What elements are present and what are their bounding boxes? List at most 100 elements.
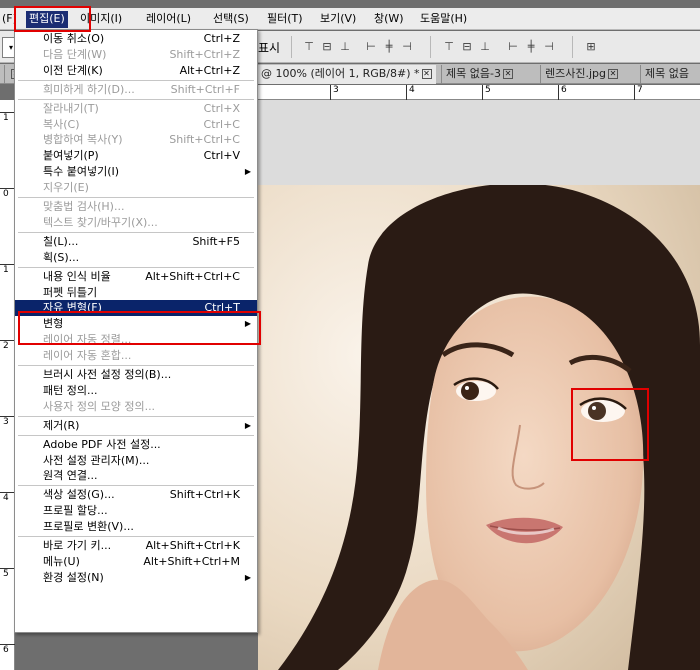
document-tab[interactable]: 제목 없음 <box>640 65 700 84</box>
menu-item-label: Adobe PDF 사전 설정... <box>43 437 161 451</box>
document-tab[interactable]: 렌즈사진.jpg ✕ <box>540 65 638 84</box>
distribute-hcenter-icon[interactable]: ╪ <box>524 40 538 53</box>
align-bottom-icon[interactable]: ⊥ <box>338 40 352 53</box>
menu-item-shortcut: Shift+F5 <box>192 234 240 248</box>
tab-close-icon[interactable]: ✕ <box>421 69 432 79</box>
menu-item-label: 특수 붙여넣기(I) <box>43 165 120 179</box>
horizontal-ruler: 3 4 5 6 7 <box>258 85 700 100</box>
distribute-top-icon[interactable]: ⊤ <box>442 40 456 53</box>
options-divider <box>291 36 292 58</box>
annotation-highlight-free-transform <box>18 311 261 345</box>
menu-item-label: 텍스트 찾기/바꾸기(X)... <box>43 215 158 229</box>
vertical-ruler: 1 0 1 2 3 4 5 6 <box>0 100 15 670</box>
menu-item[interactable]: 패턴 정의... <box>15 383 257 399</box>
menu-select[interactable]: 선택(S) <box>213 11 249 28</box>
tab-label: 제목 없음-3 <box>446 67 501 80</box>
menu-item-shortcut: Alt+Ctrl+Z <box>179 63 240 77</box>
menu-separator <box>18 231 254 233</box>
ruler-tick: 3 <box>0 416 15 427</box>
menu-item[interactable]: 브러시 사전 설정 정의(B)... <box>15 367 257 383</box>
menu-item: 레이어 자동 혼합... <box>15 348 257 364</box>
distribute-vcenter-icon[interactable]: ⊟ <box>460 40 474 53</box>
menu-item[interactable]: 원격 연결... <box>15 468 257 484</box>
document-tab[interactable]: 제목 없음-3 ✕ <box>441 65 537 84</box>
menu-item[interactable]: 환경 설정(N) ▶ <box>15 570 257 586</box>
menu-item[interactable]: Adobe PDF 사전 설정... <box>15 437 257 453</box>
menu-filter[interactable]: 필터(T) <box>267 11 303 28</box>
menu-item[interactable]: 칠(L)... Shift+F5 <box>15 234 257 250</box>
menu-item: 복사(C) Ctrl+C <box>15 117 257 133</box>
menu-item-label: 제거(R) <box>43 418 80 432</box>
menu-item-label: 사용자 정의 모양 정의... <box>43 399 156 413</box>
menu-separator <box>18 415 254 417</box>
annotation-highlight-eye <box>571 388 649 461</box>
submenu-arrow-icon: ▶ <box>244 420 251 430</box>
menu-item-shortcut: Ctrl+V <box>203 149 240 163</box>
distribute-right-icon[interactable]: ⊣ <box>542 40 556 53</box>
menu-separator <box>18 485 254 487</box>
menu-item[interactable]: 퍼펫 뒤틀기 <box>15 285 257 301</box>
ruler-tick: 6 <box>0 644 15 655</box>
ruler-tick: 1 <box>0 112 15 123</box>
menu-view[interactable]: 보기(V) <box>320 11 356 28</box>
menu-item[interactable]: 프로필 할당... <box>15 503 257 519</box>
align-hcenter-icon[interactable]: ╪ <box>382 40 396 53</box>
menu-item-label: 레이어 자동 혼합... <box>43 349 132 363</box>
menu-item-label: 색상 설정(G)... <box>43 488 115 502</box>
menu-item-label: 사전 설정 관리자(M)... <box>43 453 150 467</box>
menu-item[interactable]: 특수 붙여넣기(I) ▶ <box>15 164 257 180</box>
menu-item: 잘라내기(T) Ctrl+X <box>15 101 257 117</box>
menu-layer[interactable]: 레이어(L) <box>146 11 191 28</box>
menu-item[interactable]: 메뉴(U) Alt+Shift+Ctrl+M <box>15 554 257 570</box>
align-left-icon[interactable]: ⊢ <box>364 40 378 53</box>
menu-item[interactable]: 사전 설정 관리자(M)... <box>15 453 257 469</box>
menu-item-shortcut: Alt+Shift+Ctrl+C <box>145 269 240 283</box>
menu-separator <box>18 266 254 268</box>
menu-item-shortcut: Shift+Ctrl+K <box>169 488 240 502</box>
ruler-tick: 5 <box>482 85 491 100</box>
menu-item-label: 칠(L)... <box>43 234 79 248</box>
ruler-tick: 6 <box>558 85 567 100</box>
ruler-tick: 3 <box>330 85 339 100</box>
distribute-bottom-icon[interactable]: ⊥ <box>478 40 492 53</box>
menu-item-label: 복사(C) <box>43 117 80 131</box>
menu-item: 병합하여 복사(Y) Shift+Ctrl+C <box>15 132 257 148</box>
menu-item[interactable]: 프로필로 변환(V)... <box>15 519 257 535</box>
menu-help[interactable]: 도움말(H) <box>420 11 467 28</box>
menu-separator <box>18 79 254 81</box>
distribute-left-icon[interactable]: ⊢ <box>506 40 520 53</box>
document-tab-active[interactable]: @ 100% (레이어 1, RGB/8#) * ✕ <box>256 65 436 84</box>
menu-item-label: 원격 연결... <box>43 469 98 483</box>
menu-item-shortcut: Shift+Ctrl+Z <box>169 47 240 61</box>
menu-item-label: 이전 단계(K) <box>43 63 103 77</box>
ruler-tick: 2 <box>0 340 15 351</box>
menu-item-shortcut: Ctrl+X <box>203 101 240 115</box>
menu-item-label: 퍼펫 뒤틀기 <box>43 285 98 299</box>
menu-item[interactable]: 색상 설정(G)... Shift+Ctrl+K <box>15 487 257 503</box>
menu-item-label: 지우기(E) <box>43 181 89 195</box>
menu-separator <box>18 98 254 100</box>
menu-item[interactable]: 이동 취소(O) Ctrl+Z <box>15 31 257 47</box>
menu-item[interactable]: 내용 인식 비율 Alt+Shift+Ctrl+C <box>15 269 257 285</box>
options-divider <box>572 36 573 58</box>
tab-close-icon[interactable]: ✕ <box>502 69 513 79</box>
align-vcenter-icon[interactable]: ⊟ <box>320 40 334 53</box>
menu-window[interactable]: 창(W) <box>374 11 404 28</box>
align-top-icon[interactable]: ⊤ <box>302 40 316 53</box>
menu-item[interactable]: 바로 가기 키... Alt+Shift+Ctrl+K <box>15 538 257 554</box>
tab-label: 렌즈사진.jpg <box>545 67 606 80</box>
ruler-tick: 5 <box>0 568 15 579</box>
submenu-arrow-icon: ▶ <box>244 572 251 582</box>
tab-label: 제목 없음 <box>645 67 689 80</box>
menu-item[interactable]: 획(S)... <box>15 250 257 266</box>
menu-item-label: 메뉴(U) <box>43 554 80 568</box>
align-right-icon[interactable]: ⊣ <box>400 40 414 53</box>
menu-item[interactable]: 제거(R) ▶ <box>15 418 257 434</box>
menu-item-label: 환경 설정(N) <box>43 570 104 584</box>
auto-align-icon[interactable]: ⊞ <box>584 40 598 53</box>
menu-item-label: 바로 가기 키... <box>43 539 112 552</box>
tab-close-icon[interactable]: ✕ <box>608 69 618 79</box>
menu-item[interactable]: 이전 단계(K) Alt+Ctrl+Z <box>15 63 257 79</box>
document-tab-hidden[interactable]: ✕ <box>4 65 21 84</box>
menu-item[interactable]: 붙여넣기(P) Ctrl+V <box>15 148 257 164</box>
